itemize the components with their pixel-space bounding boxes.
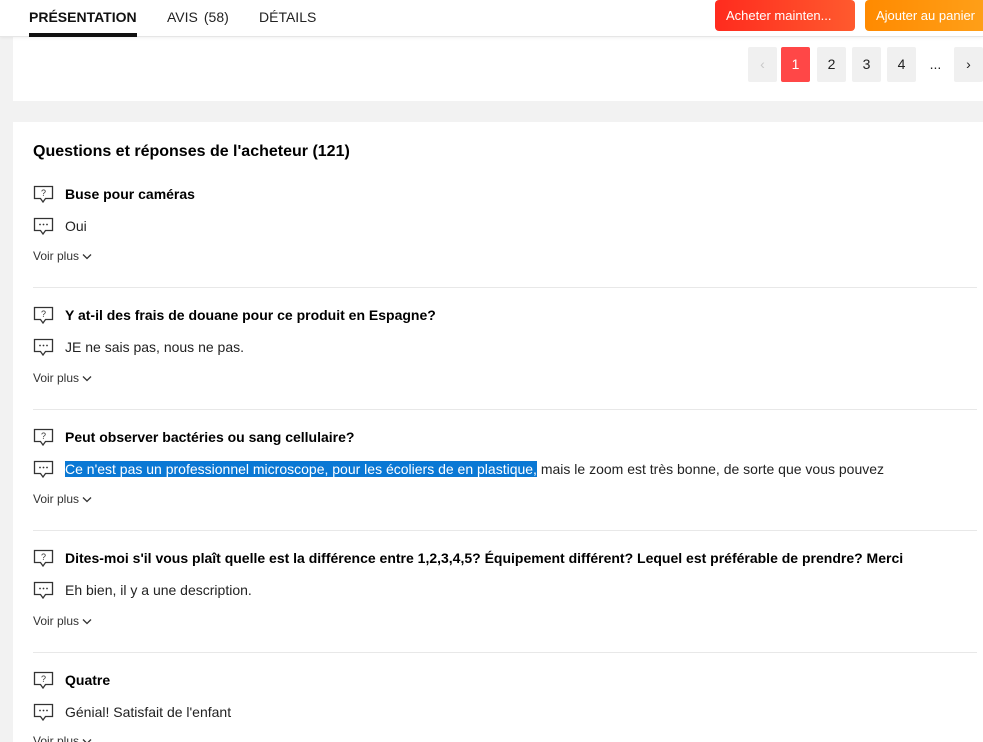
see-more-label: Voir plus [33,734,80,742]
chevron-down-icon [82,739,92,742]
qa-question-text: Peut observer bactéries ou sang cellulai… [65,429,355,445]
qa-answer-text: Eh bien, il y a une description. [65,582,252,598]
answer-bubble-icon [33,581,54,600]
qa-question-text: Dites-moi s'il vous plaît quelle est la … [65,550,904,566]
see-more-link[interactable]: Voir plus [33,371,92,385]
tab-avis[interactable]: AVIS (58) [167,0,229,37]
svg-text:?: ? [41,188,46,198]
question-bubble-icon: ? [33,185,54,204]
tab-details[interactable]: DÉTAILS [259,0,316,37]
tab-avis-count: (58) [203,9,229,25]
buy-now-button[interactable]: Acheter mainten... [715,0,855,31]
chevron-down-icon [82,376,92,382]
product-tab-bar: PRÉSENTATION AVIS (58) DÉTAILS Acheter ma… [0,0,983,37]
question-bubble-icon: ? [33,671,54,690]
add-to-cart-button[interactable]: Ajouter au panier [865,0,983,31]
pagination-ellipsis: ... [929,56,942,72]
answer-bubble-icon [33,338,54,357]
chevron-down-icon [82,497,92,503]
answer-bubble-icon [33,217,54,236]
pagination-next-button[interactable]: › [954,47,983,82]
question-bubble-icon: ? [33,428,54,447]
pagination-page-3[interactable]: 3 [852,47,881,82]
see-more-label: Voir plus [33,371,80,385]
qa-divider [33,530,977,531]
qa-section-title: Questions et réponses de l'acheteur (121… [33,143,350,160]
see-more-link[interactable]: Voir plus [33,734,92,742]
qa-answer-text: Ce n'est pas un professionnel microscope… [65,459,884,479]
answer-text-rest: mais le zoom est très bonne, de sorte qu… [536,461,885,477]
selected-text: Ce n'est pas un professionnel microscope… [65,461,537,477]
pagination-page-2[interactable]: 2 [817,47,846,82]
qa-divider [33,652,977,653]
svg-text:?: ? [41,674,46,684]
svg-text:?: ? [41,552,46,562]
see-more-link[interactable]: Voir plus [33,614,92,628]
question-bubble-icon: ? [33,306,54,325]
qa-question-text: Quatre [65,672,111,688]
qa-answer-text: Génial! Satisfait de l'enfant [65,704,232,720]
svg-text:?: ? [41,431,46,441]
chevron-down-icon [82,619,92,625]
see-more-link[interactable]: Voir plus [33,249,92,263]
qa-divider [33,287,977,288]
qa-answer-text: JE ne sais pas, nous ne pas. [65,339,244,355]
see-more-label: Voir plus [33,249,80,263]
pagination-page-4[interactable]: 4 [887,47,916,82]
qa-question-text: Y at-il des frais de douane pour ce prod… [65,307,436,323]
see-more-link[interactable]: Voir plus [33,492,92,506]
chevron-down-icon [82,254,92,260]
question-bubble-icon: ? [33,549,54,568]
svg-text:?: ? [41,309,46,319]
pagination-prev-button[interactable]: ‹ [748,47,777,82]
see-more-label: Voir plus [33,614,80,628]
see-more-label: Voir plus [33,492,80,506]
tab-presentation[interactable]: PRÉSENTATION [29,0,137,37]
answer-bubble-icon [33,703,54,722]
qa-divider [33,409,977,410]
tab-avis-label: AVIS [167,9,198,25]
pagination-page-1[interactable]: 1 [781,47,810,82]
qa-question-text: Buse pour caméras [65,186,195,202]
answer-bubble-icon [33,460,54,479]
qa-answer-text: Oui [65,218,87,234]
